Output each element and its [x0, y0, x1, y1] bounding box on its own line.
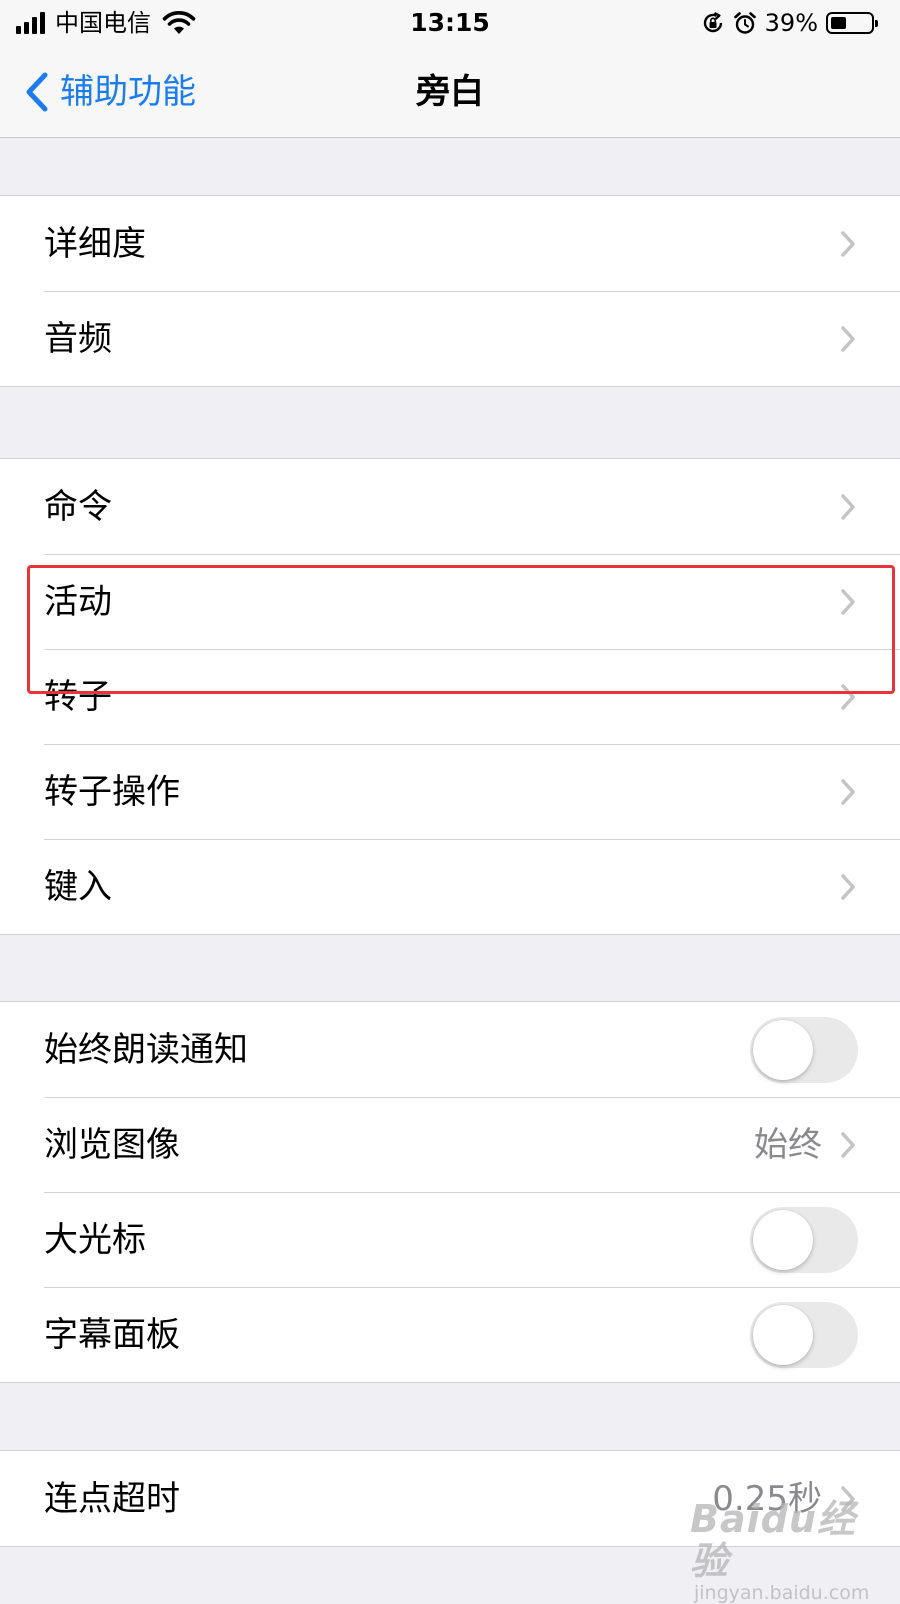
settings-row-large-cursor: 大光标 [0, 1192, 900, 1287]
row-label: 字幕面板 [44, 1314, 180, 1355]
row-label: 转子操作 [44, 771, 180, 812]
chevron-right-icon [841, 230, 855, 257]
battery-icon [826, 12, 878, 34]
baidu-watermark: Baidu经验 jingyan.baidu.com [690, 1498, 880, 1604]
chevron-right-icon [841, 778, 855, 805]
settings-row-navigate-images[interactable]: 浏览图像 始终 [0, 1097, 900, 1192]
caption-panel-toggle[interactable] [750, 1301, 858, 1368]
navigation-bar: 辅助功能 旁白 [0, 46, 900, 138]
settings-row-audio[interactable]: 音频 [0, 291, 900, 386]
settings-row-verbosity[interactable]: 详细度 [0, 196, 900, 291]
row-label: 键入 [44, 866, 112, 907]
watermark-logo: Baidu经验 [690, 1497, 856, 1583]
row-label: 浏览图像 [44, 1124, 180, 1165]
page-title: 旁白 [416, 72, 484, 112]
row-label: 命令 [44, 486, 112, 527]
row-label: 连点超时 [44, 1478, 180, 1519]
always-speak-notifications-toggle[interactable] [750, 1016, 858, 1083]
battery-level-fill [831, 17, 846, 29]
orientation-lock-icon [703, 12, 722, 33]
large-cursor-toggle[interactable] [750, 1206, 858, 1273]
watermark-url: jingyan.baidu.com [694, 1582, 870, 1604]
alarm-icon [733, 12, 756, 34]
row-value: 始终 [754, 1124, 822, 1165]
settings-row-always-speak-notifications: 始终朗读通知 [0, 1002, 900, 1097]
settings-group-verbosity: 详细度 音频 [0, 195, 900, 387]
chevron-right-icon [841, 873, 855, 900]
settings-row-rotor[interactable]: 转子 [0, 649, 900, 744]
status-right: 39% [701, 8, 878, 38]
settings-row-rotor-actions[interactable]: 转子操作 [0, 744, 900, 839]
settings-row-commands[interactable]: 命令 [0, 459, 900, 554]
battery-percent: 39% [764, 9, 818, 37]
row-label: 详细度 [44, 223, 146, 264]
settings-row-caption-panel: 字幕面板 [0, 1287, 900, 1382]
chevron-right-icon [841, 493, 855, 520]
status-bar: 中国电信 13:15 39% [0, 0, 900, 46]
row-label: 活动 [44, 581, 112, 622]
chevron-right-icon [841, 1131, 855, 1158]
row-label: 始终朗读通知 [44, 1029, 248, 1070]
chevron-right-icon [841, 325, 855, 352]
settings-group-commands: 命令 活动 转子 转子操作 键入 [0, 458, 900, 935]
settings-row-typing[interactable]: 键入 [0, 839, 900, 934]
row-label: 转子 [44, 676, 112, 717]
chevron-right-icon [841, 588, 855, 615]
settings-row-activities[interactable]: 活动 [0, 554, 900, 649]
settings-group-options: 始终朗读通知 浏览图像 始终 大光标 字幕面板 [0, 1001, 900, 1383]
row-label: 大光标 [44, 1219, 146, 1260]
chevron-right-icon [841, 683, 855, 710]
row-label: 音频 [44, 318, 112, 359]
